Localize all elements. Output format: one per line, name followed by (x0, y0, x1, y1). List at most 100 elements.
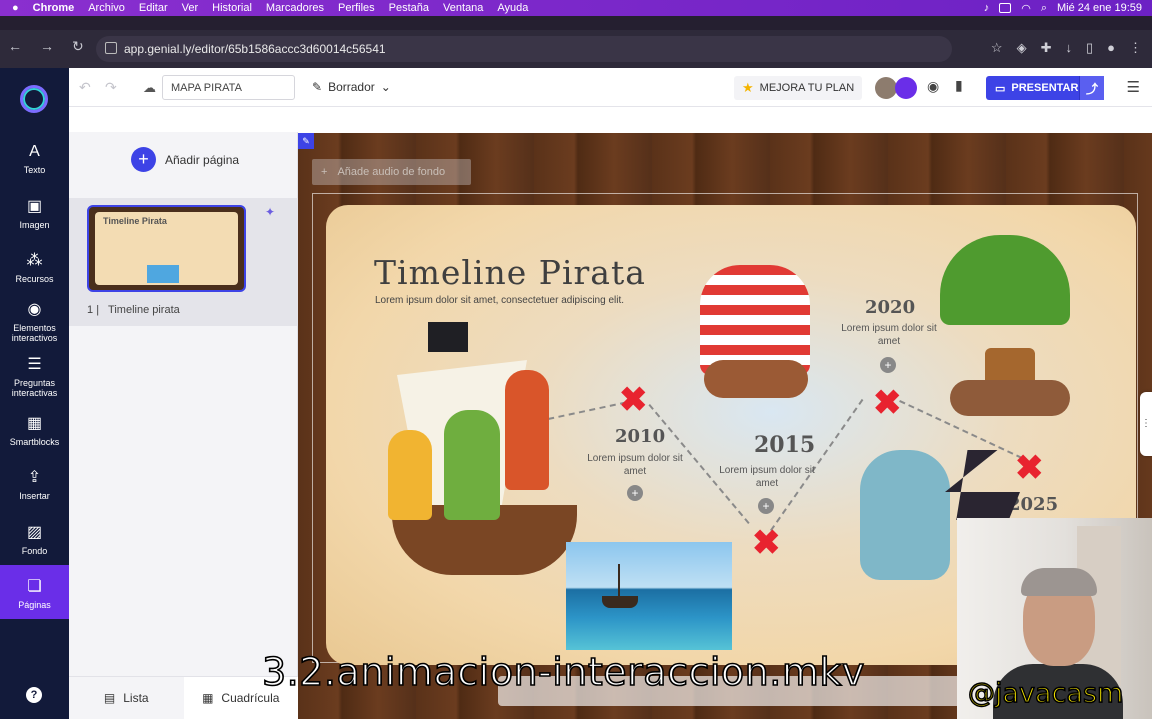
chevron-down-icon: ⌄ (380, 80, 391, 94)
cloud-save-icon: ☁ (143, 80, 156, 95)
wifi-icon[interactable]: ◠ (1021, 2, 1031, 15)
pirate-captain[interactable] (505, 370, 549, 490)
milestone-plus-icon[interactable]: + (627, 485, 643, 501)
page-label: 1 | Timeline pirata (87, 304, 180, 316)
back-icon[interactable]: ← (8, 38, 22, 55)
page-list-item[interactable]: Timeline Pirata ✦ 1 | Timeline pirata (69, 198, 298, 326)
milestone-year-2020[interactable]: 2020 (865, 297, 915, 318)
star-icon: ★ (742, 80, 754, 95)
browser-extensions: ☆ ◈ ✚ ↓ ▯ ● ⋮ (991, 40, 1142, 56)
help-button[interactable]: ? (26, 687, 42, 703)
milestone-text-2015[interactable]: Lorem ipsum dolor sit amet (719, 464, 815, 490)
rail-item-paginas[interactable]: ❏ Páginas (0, 565, 69, 619)
apple-icon[interactable]: ● (12, 2, 19, 14)
hamburger-menu-icon[interactable]: ☰ (1127, 78, 1140, 96)
undo-icon[interactable]: ↶ (79, 79, 91, 96)
side-handle-icon[interactable]: ⋮ (1140, 392, 1152, 456)
preview-eye-icon[interactable]: ◉ (927, 78, 939, 95)
address-bar[interactable]: app.genial.ly/editor/65b1586accc3d60014c… (96, 36, 952, 62)
search-icon[interactable]: ⌕ (1041, 2, 1047, 15)
menu-editar[interactable]: Editar (139, 2, 168, 14)
browser-chrome: ← → ↻ app.genial.ly/editor/65b1586accc3d… (0, 16, 1152, 68)
rail-item-fondo[interactable]: ▨ Fondo (0, 524, 69, 556)
clock[interactable]: Mié 24 ene 19:59 (1057, 2, 1142, 14)
rock-island (950, 380, 1070, 416)
menu-marcadores[interactable]: Marcadores (266, 2, 324, 14)
left-rail: A Texto ▣ Imagen ⁂ Recursos ◉ Elementos … (0, 68, 69, 719)
profile-icon[interactable]: ● (1107, 40, 1115, 56)
list-icon: ▤ (103, 691, 116, 705)
rail-item-elementos[interactable]: ◉ Elementos interactivos (0, 301, 69, 343)
battery-icon[interactable] (999, 3, 1012, 13)
pin-icon[interactable]: ✎ (298, 133, 314, 149)
present-button[interactable]: ▭ PRESENTAR ⤴ (986, 76, 1104, 100)
menu-ventana[interactable]: Ventana (443, 2, 483, 14)
milestone-plus-icon[interactable]: + (758, 498, 774, 514)
questions-icon: ☰ (27, 356, 42, 373)
status-area: ♪ ◠ ⌕ Mié 24 ene 19:59 (984, 0, 1142, 16)
rail-item-preguntas[interactable]: ☰ Preguntas interactivas (0, 356, 69, 398)
rail-item-imagen[interactable]: ▣ Imagen (0, 198, 69, 230)
tab-strip (0, 16, 1152, 30)
menu-app[interactable]: Chrome (33, 2, 75, 14)
present-icon: ▭ (995, 82, 1006, 95)
rail-item-insertar[interactable]: ⇪ Insertar (0, 469, 69, 501)
rail-item-smartblocks[interactable]: ▦ Smartblocks (0, 415, 69, 447)
magic-wand-icon[interactable]: ✦ (265, 205, 275, 219)
site-info-icon[interactable] (105, 42, 117, 54)
draft-status[interactable]: ✎ Borrador ⌄ (312, 80, 391, 94)
resources-icon: ⁂ (26, 252, 43, 269)
menu-historial[interactable]: Historial (212, 2, 252, 14)
editor-toolbar: ↶ ↷ ☁ ✎ Borrador ⌄ ★ MEJORA TU PLAN ◉ ▮ … (69, 68, 1152, 107)
ship-photo[interactable] (566, 542, 732, 650)
menu-pestana[interactable]: Pestaña (389, 2, 429, 14)
plus-icon: + (131, 147, 156, 172)
menu-archivo[interactable]: Archivo (88, 2, 125, 14)
forward-icon[interactable]: → (40, 38, 54, 55)
photo-ship-hull (602, 596, 638, 608)
slide-title[interactable]: Timeline Pirata (374, 253, 646, 292)
pirate-kid-green[interactable] (444, 410, 500, 520)
background-icon: ▨ (26, 524, 43, 541)
pirate-flag[interactable] (428, 322, 468, 352)
rail-item-texto[interactable]: A Texto (0, 143, 69, 175)
milestone-year-2010[interactable]: 2010 (615, 426, 665, 447)
url-text: app.genial.ly/editor/65b1586accc3d60014c… (124, 42, 386, 56)
menu-ayuda[interactable]: Ayuda (497, 2, 528, 14)
pirate-striped[interactable] (700, 265, 810, 375)
menu-ver[interactable]: Ver (182, 2, 199, 14)
rail-item-recursos[interactable]: ⁂ Recursos (0, 252, 69, 284)
milestone-text-2020[interactable]: Lorem ipsum dolor sit amet (841, 322, 937, 348)
genially-logo[interactable] (20, 85, 48, 113)
add-collaborator-icon[interactable] (895, 77, 917, 99)
upgrade-plan-button[interactable]: ★ MEJORA TU PLAN (734, 76, 862, 100)
milestone-year-2015[interactable]: 2015 (754, 432, 815, 458)
mermaid[interactable] (860, 450, 950, 580)
thumbnail-photo (147, 265, 179, 283)
list-view-button[interactable]: ▤ Lista (69, 677, 184, 719)
sidepanel-icon[interactable]: ▯ (1086, 40, 1093, 56)
pirate-kid-yellow[interactable] (388, 430, 432, 520)
menu-perfiles[interactable]: Perfiles (338, 2, 375, 14)
analytics-icon[interactable]: ▮ (955, 77, 963, 94)
x-mark-icon: ✖ (1015, 449, 1044, 487)
page-thumbnail[interactable]: Timeline Pirata (87, 205, 246, 292)
project-title-input[interactable] (162, 75, 295, 100)
add-page-button[interactable]: + Añadir página (131, 147, 239, 172)
page-name: Timeline pirata (108, 304, 180, 316)
slide-subtitle[interactable]: Lorem ipsum dolor sit amet, consectetuer… (375, 295, 624, 306)
milestone-plus-icon[interactable]: + (880, 357, 896, 373)
add-audio-button[interactable]: + Añade audio de fondo (312, 159, 471, 185)
pocket-icon[interactable]: ◈ (1017, 40, 1027, 56)
extensions-icon[interactable]: ✚ (1041, 40, 1052, 56)
share-icon[interactable]: ⤴ (1079, 76, 1104, 100)
reload-icon[interactable]: ↻ (72, 38, 84, 55)
redo-icon[interactable]: ↷ (105, 79, 117, 96)
milestone-text-2010[interactable]: Lorem ipsum dolor sit amet (587, 452, 683, 478)
avatar[interactable] (875, 77, 897, 99)
x-mark-icon: ✖ (873, 384, 902, 422)
bookmark-star-icon[interactable]: ☆ (991, 40, 1003, 56)
volume-icon[interactable]: ♪ (984, 2, 990, 14)
download-icon[interactable]: ↓ (1065, 40, 1072, 56)
browser-menu-icon[interactable]: ⋮ (1129, 40, 1142, 56)
